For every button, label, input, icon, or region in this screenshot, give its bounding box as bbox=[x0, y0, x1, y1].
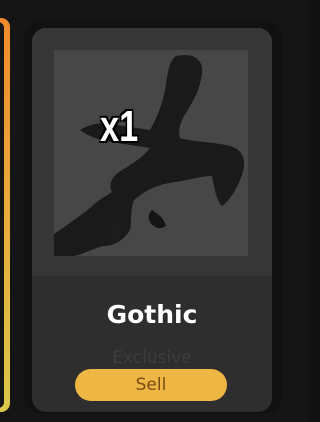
item-card[interactable]: x1 Gothic Exclusive Sell bbox=[24, 20, 282, 414]
item-quantity: x1 bbox=[100, 102, 139, 151]
neighbor-item-card[interactable] bbox=[0, 18, 10, 412]
sell-button[interactable]: Sell bbox=[75, 369, 227, 401]
item-rarity: Exclusive bbox=[112, 348, 192, 368]
inventory-grid: x1 Gothic Exclusive Sell bbox=[0, 0, 308, 422]
gothic-figure-icon bbox=[54, 55, 245, 256]
item-card-body: x1 Gothic Exclusive Sell bbox=[32, 28, 272, 412]
item-name: Gothic bbox=[106, 300, 198, 329]
item-preview-area: x1 bbox=[32, 28, 272, 276]
item-preview: x1 bbox=[54, 50, 248, 256]
